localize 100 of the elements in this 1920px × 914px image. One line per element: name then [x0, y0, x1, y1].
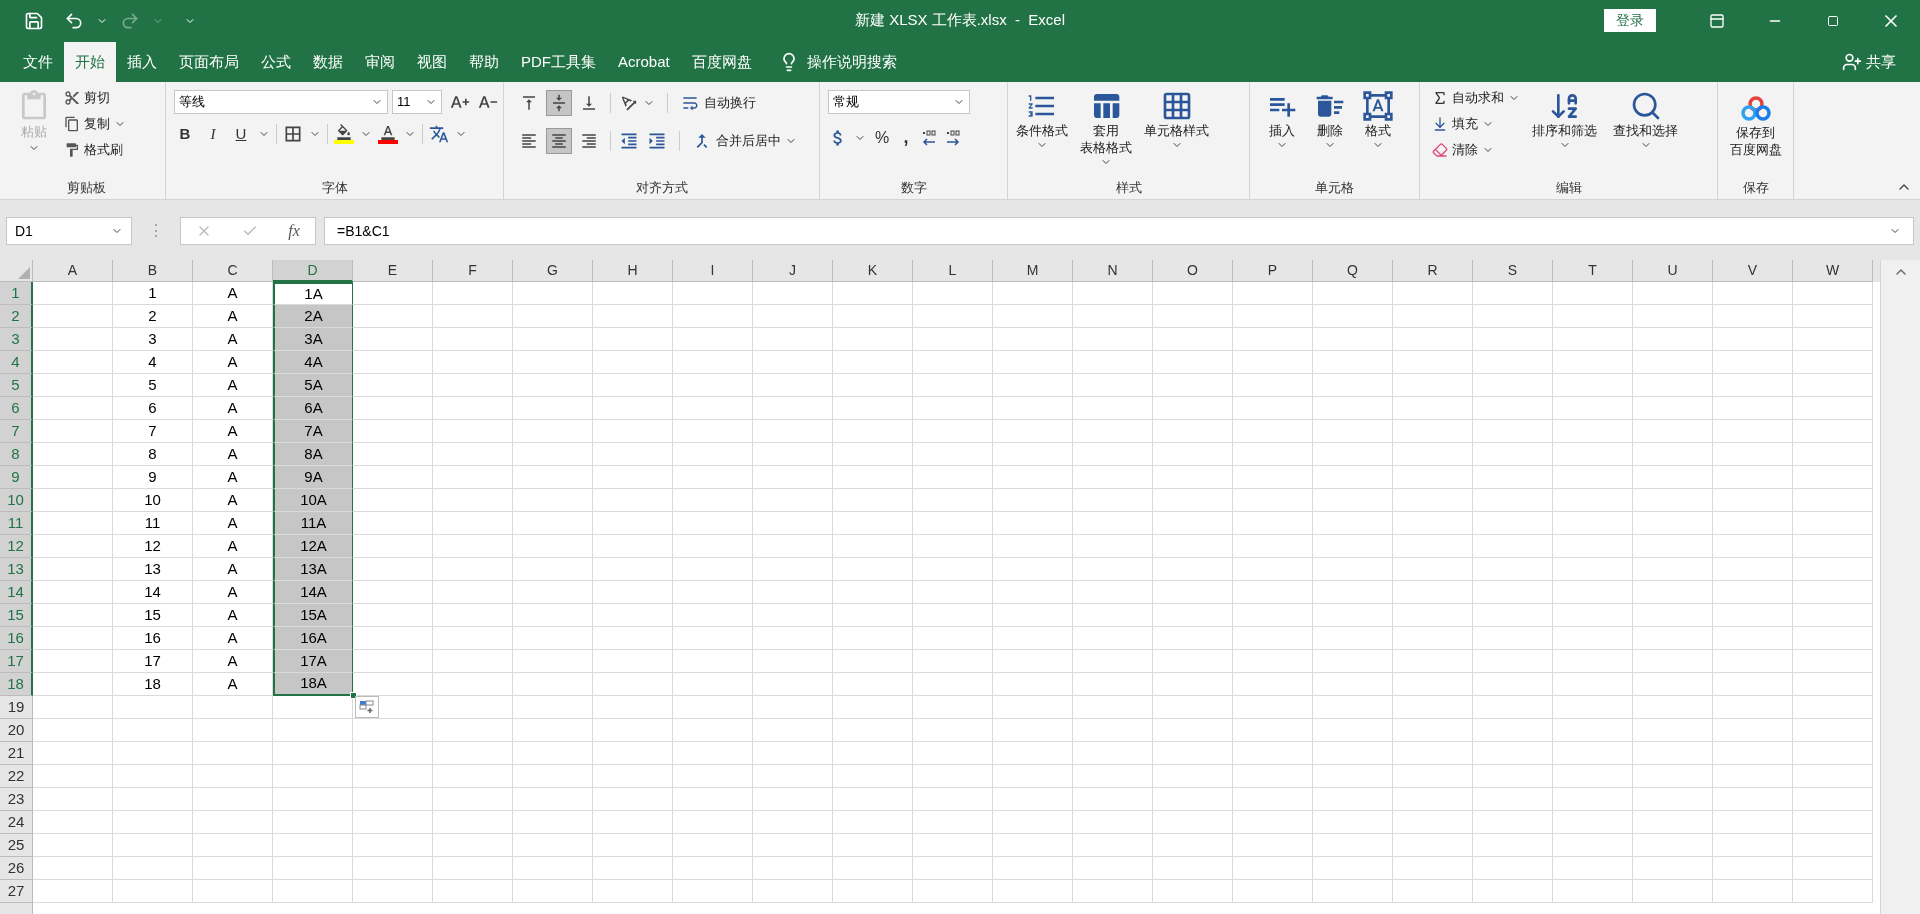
table-cell[interactable]: 1A: [273, 282, 353, 305]
borders-icon[interactable]: [283, 124, 303, 144]
ribbon-tab[interactable]: PDF工具集: [510, 42, 607, 82]
column-header[interactable]: I: [673, 260, 753, 282]
table-cell[interactable]: 14: [113, 581, 193, 604]
merge-center-button[interactable]: 合并后居中: [692, 131, 797, 151]
row-header[interactable]: 20: [0, 719, 33, 742]
font-size-field[interactable]: 11: [392, 90, 442, 114]
name-box[interactable]: D1: [6, 217, 132, 245]
table-cell[interactable]: 15: [113, 604, 193, 627]
ribbon-button[interactable]: 条件格式: [1012, 86, 1072, 172]
table-cell[interactable]: 16: [113, 627, 193, 650]
row-header[interactable]: 21: [0, 742, 33, 765]
table-cell[interactable]: 6A: [273, 397, 353, 420]
table-cell[interactable]: 2A: [273, 305, 353, 328]
row-header[interactable]: 7: [0, 420, 33, 443]
column-header[interactable]: U: [1633, 260, 1713, 282]
column-header[interactable]: Q: [1313, 260, 1393, 282]
column-header[interactable]: R: [1393, 260, 1473, 282]
table-cell[interactable]: 3: [113, 328, 193, 351]
ribbon-button[interactable]: 剪切: [64, 86, 126, 110]
font-style-button[interactable]: I: [202, 122, 224, 146]
column-header[interactable]: E: [353, 260, 433, 282]
column-header[interactable]: N: [1073, 260, 1153, 282]
table-cell[interactable]: 5A: [273, 374, 353, 397]
table-cell[interactable]: 3A: [273, 328, 353, 351]
ribbon-tab[interactable]: 开始: [64, 42, 116, 82]
ribbon-button[interactable]: 复制: [64, 112, 126, 136]
table-cell[interactable]: 12A: [273, 535, 353, 558]
table-cell[interactable]: 8: [113, 443, 193, 466]
row-header[interactable]: 15: [0, 604, 33, 627]
ribbon-tab[interactable]: 视图: [406, 42, 458, 82]
share-button[interactable]: 共享: [1842, 42, 1920, 82]
row-header[interactable]: 13: [0, 558, 33, 581]
row-header[interactable]: 3: [0, 328, 33, 351]
vertical-scrollbar[interactable]: [1880, 260, 1920, 914]
column-header[interactable]: G: [513, 260, 593, 282]
column-header[interactable]: A: [33, 260, 113, 282]
row-header[interactable]: 5: [0, 374, 33, 397]
column-header[interactable]: P: [1233, 260, 1313, 282]
row-header[interactable]: 2: [0, 305, 33, 328]
column-header[interactable]: L: [913, 260, 993, 282]
column-header[interactable]: D: [273, 260, 353, 282]
ribbon-tab[interactable]: 插入: [116, 42, 168, 82]
ribbon-button[interactable]: 填充: [1432, 112, 1520, 136]
ribbon-tab[interactable]: Acrobat: [607, 42, 681, 82]
comma-button[interactable]: ,: [898, 124, 914, 151]
wrap-text-button[interactable]: 自动换行: [680, 93, 756, 113]
column-header[interactable]: S: [1473, 260, 1553, 282]
ribbon-button[interactable]: 查找和选择: [1609, 86, 1682, 172]
number-format-field[interactable]: 常规: [828, 90, 970, 114]
ribbon-button[interactable]: 套用 表格格式: [1076, 86, 1136, 172]
login-button[interactable]: 登录: [1604, 9, 1656, 32]
tell-me-search[interactable]: 操作说明搜索: [806, 50, 897, 74]
ribbon-button[interactable]: 插入: [1262, 86, 1302, 172]
row-header[interactable]: 6: [0, 397, 33, 420]
align-button[interactable]: [546, 128, 572, 154]
table-cell[interactable]: 7A: [273, 420, 353, 443]
table-cell[interactable]: 2: [113, 305, 193, 328]
table-cell[interactable]: 9A: [273, 466, 353, 489]
ribbon-tab[interactable]: 审阅: [354, 42, 406, 82]
ribbon-button[interactable]: 删除: [1310, 86, 1350, 172]
table-cell[interactable]: 10A: [273, 489, 353, 512]
font-style-button[interactable]: B: [174, 122, 196, 146]
column-header[interactable]: M: [993, 260, 1073, 282]
row-header[interactable]: 1: [0, 282, 33, 305]
column-header[interactable]: T: [1553, 260, 1633, 282]
ribbon-button[interactable]: 格式刷: [64, 138, 126, 162]
row-header[interactable]: 26: [0, 857, 33, 880]
column-header[interactable]: H: [593, 260, 673, 282]
table-cell[interactable]: 15A: [273, 604, 353, 627]
ribbon-button[interactable]: 单元格样式: [1140, 86, 1213, 172]
table-cell[interactable]: 1: [113, 282, 193, 305]
ribbon-tab[interactable]: 页面布局: [168, 42, 250, 82]
font-color-icon[interactable]: [378, 124, 398, 144]
column-header[interactable]: V: [1713, 260, 1793, 282]
ribbon-tab[interactable]: 帮助: [458, 42, 510, 82]
table-cell[interactable]: 17: [113, 650, 193, 673]
row-header[interactable]: 22: [0, 765, 33, 788]
table-cell[interactable]: 8A: [273, 443, 353, 466]
row-header[interactable]: 14: [0, 581, 33, 604]
save-to-cloud-button[interactable]: 保存到 百度网盘: [1722, 86, 1789, 158]
ribbon-tab[interactable]: 百度网盘: [680, 42, 763, 82]
row-header[interactable]: 11: [0, 512, 33, 535]
ribbon-display-icon[interactable]: [1709, 12, 1725, 29]
row-header[interactable]: 27: [0, 880, 33, 903]
percent-button[interactable]: %: [872, 125, 892, 150]
phonetic-guide-icon[interactable]: [429, 124, 449, 144]
row-header[interactable]: 19: [0, 696, 33, 719]
increase-indent-icon[interactable]: [647, 131, 667, 151]
table-cell[interactable]: 11: [113, 512, 193, 535]
table-cell[interactable]: 17A: [273, 650, 353, 673]
row-header[interactable]: 10: [0, 489, 33, 512]
undo-icon[interactable]: [64, 10, 84, 31]
table-cell[interactable]: 13: [113, 558, 193, 581]
align-button[interactable]: [546, 90, 572, 116]
ribbon-button[interactable]: 自动求和: [1432, 86, 1520, 110]
insert-function-button[interactable]: fx: [288, 219, 300, 243]
table-cell[interactable]: 11A: [273, 512, 353, 535]
row-header[interactable]: 8: [0, 443, 33, 466]
